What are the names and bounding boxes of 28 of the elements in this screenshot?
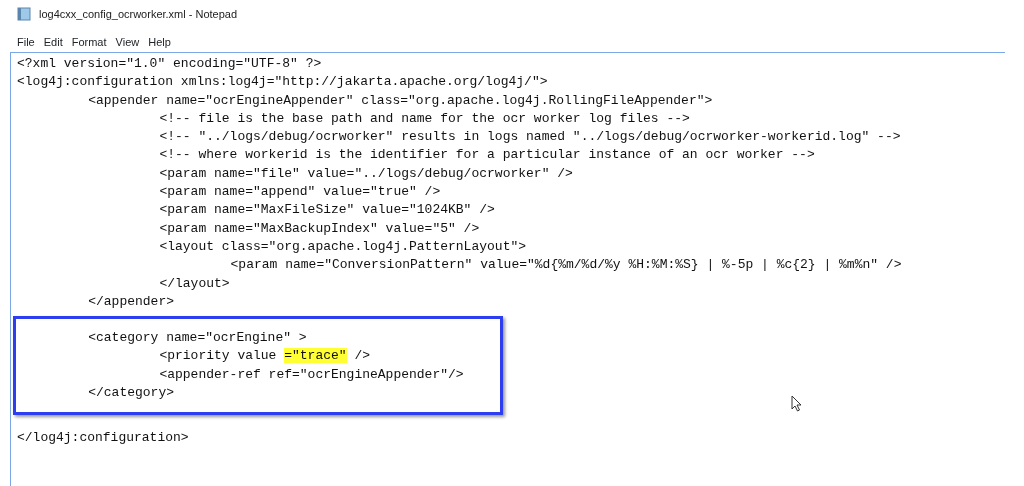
code-line: </appender> xyxy=(88,292,174,311)
code-line: <appender name="ocrEngineAppender" class="org.apache.log4j.RollingFileAppender"> xyxy=(88,91,713,110)
code-line: </layout> xyxy=(159,274,230,293)
code-line: <param name="file" value="../logs/debug/ocrworker" /> xyxy=(159,164,573,183)
menu-item[interactable]: View xyxy=(112,33,146,51)
code-line: <param name="MaxFileSize" value="1024KB" /> xyxy=(159,201,495,220)
code-line: <priority value ="trace" /> xyxy=(159,347,371,366)
mouse-pointer-icon xyxy=(791,395,802,412)
code-line: </log4j:configuration> xyxy=(17,429,189,448)
notepad-icon xyxy=(17,7,31,21)
code-line: <param name="append" value="true" /> xyxy=(159,183,441,202)
code-line: <layout class="org.apache.log4j.PatternLayout"> xyxy=(159,237,527,256)
menu-item[interactable]: Help xyxy=(145,33,177,51)
text-editor[interactable] xyxy=(10,52,1005,486)
menu-item[interactable]: Edit xyxy=(40,33,69,51)
code-line: <category name="ocrEngine" > xyxy=(88,329,307,348)
window-title: log4cxx_config_ocrworker.xml - Notepad xyxy=(39,6,238,22)
code-line: <!-- file is the base path and name for the ocr worker log files --> xyxy=(159,109,690,128)
code-line: <param name="MaxBackupIndex" value="5" /> xyxy=(159,219,480,238)
code-line: <?xml version="1.0" encoding="UTF-8" ?> xyxy=(17,55,322,73)
code-line: <log4j:configuration xmlns:log4j="http://jakarta.apache.org/log4j/"> xyxy=(17,73,548,92)
menu-item[interactable]: File xyxy=(14,33,41,51)
code-line: </category> xyxy=(88,384,174,403)
code-line: <!-- where workerid is the identifier for a particular instance of an ocr worker --> xyxy=(159,146,815,165)
menu-item[interactable]: Format xyxy=(68,33,113,51)
code-line: <!-- "../logs/debug/ocrworker" results in logs named "../logs/debug/ocrworker-workerid.log" --> xyxy=(159,128,901,147)
code-line: <param name="ConversionPattern" value="%d{%m/%d/%y %H:%M:%S} | %-5p | %c{2} | %m%n" /> xyxy=(230,256,902,275)
code-line: <appender-ref ref="ocrEngineAppender"/> xyxy=(159,365,464,384)
